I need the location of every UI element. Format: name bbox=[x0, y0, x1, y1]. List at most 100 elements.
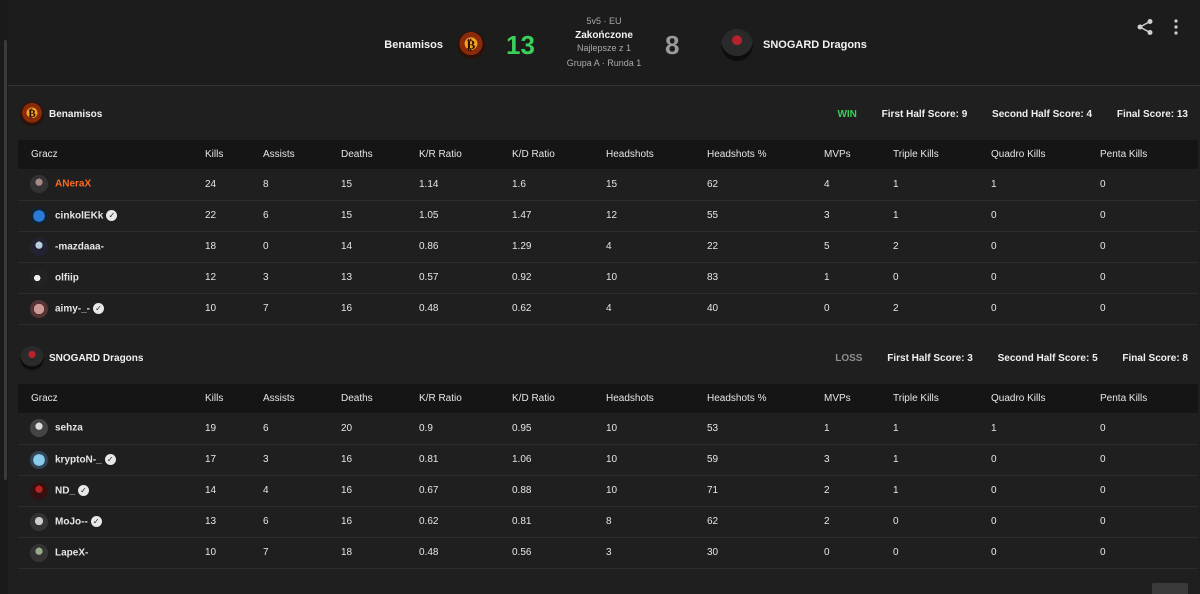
column-header[interactable]: K/R Ratio bbox=[406, 384, 499, 413]
column-header[interactable]: Headshots bbox=[593, 140, 694, 169]
player-cell[interactable]: cinkolEKk ✓ bbox=[18, 200, 192, 231]
player-name[interactable]: sehza bbox=[55, 423, 83, 434]
stat-cell: 4 bbox=[606, 303, 612, 314]
table-row: cinkolEKk ✓ 22 6 15 1.05 1.47 12 55 3 1 0 0 bbox=[18, 200, 1198, 231]
team-right-name[interactable]: SNOGARD Dragons bbox=[763, 39, 867, 51]
avatar[interactable] bbox=[30, 543, 48, 562]
player-name[interactable]: LapeX- bbox=[55, 547, 88, 558]
scroll-to-top-button[interactable] bbox=[1152, 583, 1188, 594]
stat-cell: 7 bbox=[263, 303, 269, 314]
player-name[interactable]: olfiip bbox=[55, 272, 79, 283]
column-header[interactable]: Assists bbox=[250, 140, 328, 169]
player-cell[interactable]: MoJo-- ✓ bbox=[18, 506, 192, 537]
column-header[interactable]: Quadro Kills bbox=[978, 384, 1087, 413]
kebab-menu-icon[interactable] bbox=[1170, 18, 1182, 36]
column-header[interactable]: MVPs bbox=[811, 384, 880, 413]
team-right-logo[interactable] bbox=[721, 29, 753, 61]
column-header[interactable]: Gracz bbox=[18, 384, 192, 413]
stat-cell: 0.81 bbox=[512, 516, 532, 527]
player-name[interactable]: ND_ bbox=[55, 485, 75, 496]
column-header[interactable]: Kills bbox=[192, 140, 250, 169]
column-header[interactable]: MVPs bbox=[811, 140, 880, 169]
team-left-name[interactable]: Benamisos bbox=[384, 39, 443, 51]
stat-cell: 0.56 bbox=[512, 547, 532, 558]
table-row: kryptoN-_ ✓ 17 3 16 0.81 1.06 10 59 3 1 0 0 bbox=[18, 444, 1198, 475]
stat-cell: 18 bbox=[205, 241, 217, 252]
stat-cell: 3 bbox=[263, 454, 269, 465]
team-score-summary: LOSS First Half Score: 3 Second Half Sco… bbox=[813, 353, 1188, 364]
avatar[interactable] bbox=[30, 450, 48, 469]
player-cell[interactable]: -mazdaaa- bbox=[18, 231, 192, 262]
stat-cell: 1.06 bbox=[512, 454, 532, 465]
stat-cell: 12 bbox=[606, 210, 618, 221]
player-name[interactable]: cinkolEKk bbox=[55, 210, 103, 221]
column-header[interactable]: K/D Ratio bbox=[499, 384, 593, 413]
column-header[interactable]: Gracz bbox=[18, 140, 192, 169]
player-name[interactable]: kryptoN-_ bbox=[55, 454, 102, 465]
avatar[interactable] bbox=[30, 512, 48, 531]
stat-cell: 1 bbox=[893, 210, 899, 221]
stat-cell: 0 bbox=[1100, 272, 1106, 283]
column-header[interactable]: K/R Ratio bbox=[406, 140, 499, 169]
stat-cell: 0 bbox=[1100, 178, 1106, 190]
avatar[interactable] bbox=[30, 237, 48, 256]
stat-cell: 2 bbox=[824, 485, 830, 496]
table-body: sehza 19 6 20 0.9 0.95 10 53 1 1 1 0 kryptoN-_ ✓ 17 3 16… bbox=[18, 413, 1198, 568]
column-header[interactable]: Triple Kills bbox=[880, 384, 978, 413]
player-cell[interactable]: kryptoN-_ ✓ bbox=[18, 444, 192, 475]
stat-cell: 6 bbox=[263, 516, 269, 527]
team-section-header: ₿ Benamisos WIN First Half Score: 9 Seco… bbox=[8, 100, 1200, 130]
stat-cell: 0 bbox=[893, 272, 899, 283]
team-name[interactable]: SNOGARD Dragons bbox=[49, 353, 143, 364]
verified-check-icon: ✓ bbox=[104, 454, 116, 465]
final-score: Final Score: 13 bbox=[1116, 109, 1188, 120]
scrollbar[interactable] bbox=[4, 40, 7, 480]
player-name[interactable]: MoJo-- bbox=[55, 516, 88, 527]
stat-cell: 0 bbox=[991, 547, 997, 558]
stat-cell: 0 bbox=[1100, 422, 1106, 434]
avatar[interactable] bbox=[30, 481, 48, 500]
team-left-logo[interactable]: ₿ bbox=[457, 31, 485, 59]
player-cell[interactable]: sehza bbox=[18, 413, 192, 444]
column-header[interactable]: K/D Ratio bbox=[499, 140, 593, 169]
avatar[interactable] bbox=[30, 299, 48, 318]
column-header[interactable]: Quadro Kills bbox=[978, 140, 1087, 169]
player-cell[interactable]: ANeraX bbox=[18, 169, 192, 200]
stat-cell: 2 bbox=[824, 516, 830, 527]
player-cell[interactable]: aimy-_- ✓ bbox=[18, 293, 192, 324]
stat-cell: 15 bbox=[606, 178, 618, 190]
column-header[interactable]: Kills bbox=[192, 384, 250, 413]
avatar[interactable] bbox=[30, 175, 48, 194]
column-header[interactable]: Triple Kills bbox=[880, 140, 978, 169]
player-name[interactable]: -mazdaaa- bbox=[55, 241, 104, 252]
avatar[interactable] bbox=[30, 419, 48, 438]
avatar[interactable] bbox=[30, 206, 48, 225]
player-name[interactable]: ANeraX bbox=[55, 179, 91, 190]
match-best-of: Najlepsze z 1 bbox=[576, 43, 632, 53]
score-left: 13 bbox=[506, 30, 535, 60]
stat-cell: 0 bbox=[991, 241, 997, 252]
player-name[interactable]: aimy-_- bbox=[55, 303, 90, 314]
column-header[interactable]: Assists bbox=[250, 384, 328, 413]
player-cell[interactable]: olfiip bbox=[18, 262, 192, 293]
column-header[interactable]: Headshots % bbox=[694, 140, 811, 169]
column-header[interactable]: Penta Kills bbox=[1087, 140, 1198, 169]
first-half-score: First Half Score: 3 bbox=[887, 353, 973, 364]
stat-cell: 0 bbox=[1100, 547, 1106, 558]
stat-cell: 0 bbox=[1100, 454, 1106, 465]
stat-cell: 1 bbox=[991, 422, 997, 434]
stat-cell: 4 bbox=[824, 178, 830, 190]
column-header[interactable]: Deaths bbox=[328, 140, 406, 169]
avatar[interactable] bbox=[30, 268, 48, 287]
player-cell[interactable]: ND_ ✓ bbox=[18, 475, 192, 506]
column-header[interactable]: Headshots % bbox=[694, 384, 811, 413]
table-row: LapeX- 10 7 18 0.48 0.56 3 30 0 0 0 0 bbox=[18, 537, 1198, 568]
column-header[interactable]: Headshots bbox=[593, 384, 694, 413]
stat-cell: 0.95 bbox=[512, 422, 532, 434]
column-header[interactable]: Deaths bbox=[328, 384, 406, 413]
share-icon[interactable] bbox=[1136, 18, 1154, 36]
team-name[interactable]: Benamisos bbox=[49, 109, 102, 120]
column-header[interactable]: Penta Kills bbox=[1087, 384, 1198, 413]
team-section-0: ₿ Benamisos WIN First Half Score: 9 Seco… bbox=[8, 100, 1200, 324]
player-cell[interactable]: LapeX- bbox=[18, 537, 192, 568]
